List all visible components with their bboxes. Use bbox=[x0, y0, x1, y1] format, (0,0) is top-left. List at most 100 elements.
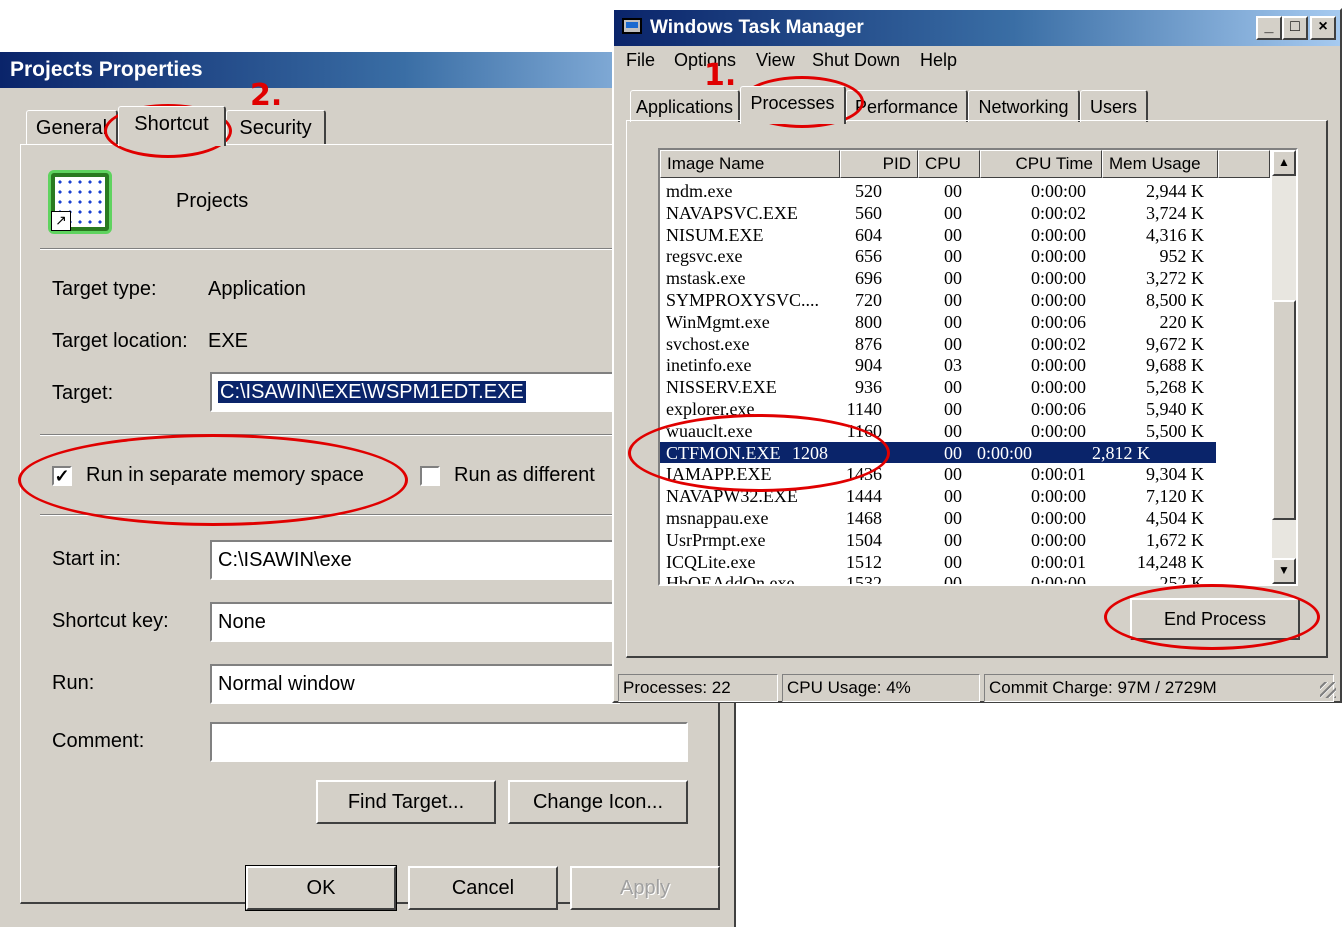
process-row[interactable]: UsrPrmpt.exe 1504 00 0:00:00 1,672 K bbox=[660, 529, 1270, 551]
close-button[interactable]: × bbox=[1310, 16, 1336, 40]
process-row[interactable]: WinMgmt.exe 800 00 0:00:06 220 K bbox=[660, 311, 1270, 333]
process-mem-usage: 2,944 K bbox=[1146, 181, 1204, 201]
status-bar: Processes: 22 CPU Usage: 4% Commit Charg… bbox=[614, 672, 1340, 702]
scroll-thumb[interactable] bbox=[1272, 300, 1296, 520]
start-in-field[interactable]: C:\ISAWIN\exe bbox=[210, 540, 620, 580]
comment-field[interactable] bbox=[210, 722, 688, 762]
process-row[interactable]: inetinfo.exe 904 03 0:00:00 9,688 K bbox=[660, 354, 1270, 376]
tab-users[interactable]: Users bbox=[1080, 90, 1148, 122]
process-row[interactable]: svchost.exe 876 00 0:00:02 9,672 K bbox=[660, 333, 1270, 355]
process-cpu-time: 0:00:00 bbox=[976, 442, 1032, 463]
column-cpu-time[interactable]: CPU Time bbox=[980, 150, 1102, 178]
scroll-up-button[interactable]: ▲ bbox=[1272, 150, 1296, 176]
resize-grip[interactable] bbox=[1320, 682, 1336, 698]
process-row[interactable]: regsvc.exe 656 00 0:00:00 952 K bbox=[660, 245, 1270, 267]
process-cpu: 00 bbox=[944, 420, 962, 441]
process-pid: 1512 bbox=[846, 551, 882, 572]
process-cpu-time: 0:00:02 bbox=[1030, 202, 1086, 223]
process-name: HbOEAddOn.exe bbox=[666, 573, 795, 586]
target-location-label: Target location: bbox=[52, 330, 188, 352]
process-cpu: 00 bbox=[944, 224, 962, 245]
process-row[interactable]: NAVAPSVC.EXE 560 00 0:00:02 3,724 K bbox=[660, 202, 1270, 224]
process-row[interactable]: msnappau.exe 1468 00 0:00:00 4,504 K bbox=[660, 507, 1270, 529]
process-row[interactable]: mdm.exe 520 00 0:00:00 2,944 K bbox=[660, 180, 1270, 202]
target-field[interactable]: C:\ISAWIN\EXE\WSPM1EDT.EXE bbox=[210, 372, 620, 412]
process-mem-usage: 4,316 K bbox=[1146, 224, 1204, 245]
process-name: UsrPrmpt.exe bbox=[666, 529, 766, 550]
process-cpu: 00 bbox=[944, 181, 962, 201]
process-cpu: 00 bbox=[944, 202, 962, 223]
menu-help[interactable]: Help bbox=[920, 50, 957, 71]
task-manager-title: Windows Task Manager bbox=[614, 10, 1340, 46]
run-as-different-label[interactable]: Run as different bbox=[454, 464, 595, 487]
process-mem-usage: 9,304 K bbox=[1146, 464, 1204, 485]
process-list-scrollbar[interactable]: ▲ ▼ bbox=[1272, 150, 1296, 584]
apply-button[interactable]: Apply bbox=[570, 866, 720, 910]
run-select[interactable]: Normal window bbox=[210, 664, 620, 704]
process-pid: 604 bbox=[855, 224, 882, 245]
process-name: svchost.exe bbox=[666, 333, 750, 354]
process-name: NISUM.EXE bbox=[666, 224, 764, 245]
status-commit-charge: Commit Charge: 97M / 2729M bbox=[984, 674, 1334, 702]
tab-processes[interactable]: Processes bbox=[740, 86, 846, 124]
find-target-button[interactable]: Find Target... bbox=[316, 780, 496, 824]
process-name: mdm.exe bbox=[666, 181, 733, 201]
process-name: regsvc.exe bbox=[666, 246, 743, 267]
process-mem-usage: 8,500 K bbox=[1146, 289, 1204, 310]
process-cpu-time: 0:00:00 bbox=[1030, 224, 1086, 245]
process-cpu-time: 0:00:06 bbox=[1030, 311, 1086, 332]
cancel-button[interactable]: Cancel bbox=[408, 866, 558, 910]
run-as-different-checkbox[interactable] bbox=[420, 466, 440, 486]
maximize-button[interactable]: □ bbox=[1282, 16, 1308, 40]
column-cpu[interactable]: CPU bbox=[918, 150, 980, 178]
menu-file[interactable]: File bbox=[626, 50, 655, 71]
process-mem-usage: 952 K bbox=[1159, 246, 1205, 267]
process-cpu: 00 bbox=[944, 268, 962, 289]
process-cpu-time: 0:00:00 bbox=[1030, 573, 1086, 586]
process-mem-usage: 7,120 K bbox=[1146, 486, 1204, 507]
tab-security[interactable]: Security bbox=[226, 110, 326, 144]
title-text: Windows Task Manager bbox=[650, 17, 864, 38]
process-cpu-time: 0:00:00 bbox=[1030, 289, 1086, 310]
process-mem-usage: 9,688 K bbox=[1146, 355, 1204, 376]
process-cpu-time: 0:00:00 bbox=[1030, 246, 1086, 267]
shortcut-key-label: Shortcut key: bbox=[52, 610, 169, 632]
process-name: mstask.exe bbox=[666, 268, 746, 289]
process-row[interactable]: NISUM.EXE 604 00 0:00:00 4,316 K bbox=[660, 224, 1270, 246]
change-icon-button[interactable]: Change Icon... bbox=[508, 780, 688, 824]
process-pid: 800 bbox=[855, 311, 882, 332]
column-mem-usage[interactable]: Mem Usage bbox=[1102, 150, 1218, 178]
process-list[interactable]: Image Name PID CPU CPU Time Mem Usage md… bbox=[658, 148, 1298, 586]
process-row[interactable]: HbOEAddOn.exe 1532 00 0:00:00 252 K bbox=[660, 572, 1270, 586]
menu-shut-down[interactable]: Shut Down bbox=[812, 50, 900, 71]
process-mem-usage: 5,500 K bbox=[1146, 420, 1204, 441]
tab-networking[interactable]: Networking bbox=[968, 90, 1080, 122]
process-mem-usage: 220 K bbox=[1159, 311, 1205, 332]
process-row[interactable]: NISSERV.EXE 936 00 0:00:00 5,268 K bbox=[660, 376, 1270, 398]
tab-performance[interactable]: Performance bbox=[846, 90, 968, 122]
process-cpu-time: 0:00:01 bbox=[1030, 464, 1086, 485]
process-row[interactable]: SYMPROXYSVC.... 720 00 0:00:00 8,500 K bbox=[660, 289, 1270, 311]
process-row[interactable]: ICQLite.exe 1512 00 0:00:01 14,248 K bbox=[660, 551, 1270, 573]
process-name: ICQLite.exe bbox=[666, 551, 756, 572]
process-cpu: 00 bbox=[944, 333, 962, 354]
column-image-name[interactable]: Image Name bbox=[660, 150, 840, 178]
ok-button[interactable]: OK bbox=[245, 865, 397, 911]
comment-label: Comment: bbox=[52, 730, 145, 752]
shortcut-app-icon: ↗ bbox=[48, 170, 112, 234]
process-cpu: 00 bbox=[944, 573, 962, 586]
scroll-down-button[interactable]: ▼ bbox=[1272, 558, 1296, 584]
divider bbox=[40, 434, 710, 436]
menu-view[interactable]: View bbox=[756, 50, 795, 71]
process-rows: mdm.exe 520 00 0:00:00 2,944 K NAVAPSVC.EXE 56… bbox=[660, 180, 1270, 586]
tab-shortcut[interactable]: Shortcut bbox=[118, 106, 226, 146]
tab-applications[interactable]: Applications bbox=[630, 90, 740, 122]
process-pid: 876 bbox=[855, 333, 882, 354]
column-pid[interactable]: PID bbox=[840, 150, 918, 178]
process-row[interactable]: mstask.exe 696 00 0:00:00 3,272 K bbox=[660, 267, 1270, 289]
process-name: inetinfo.exe bbox=[666, 355, 752, 376]
process-pid: 696 bbox=[855, 268, 882, 289]
minimize-button[interactable]: _ bbox=[1256, 16, 1282, 40]
shortcut-key-field[interactable]: None bbox=[210, 602, 620, 642]
annotation-step-2: 2. bbox=[250, 78, 283, 113]
